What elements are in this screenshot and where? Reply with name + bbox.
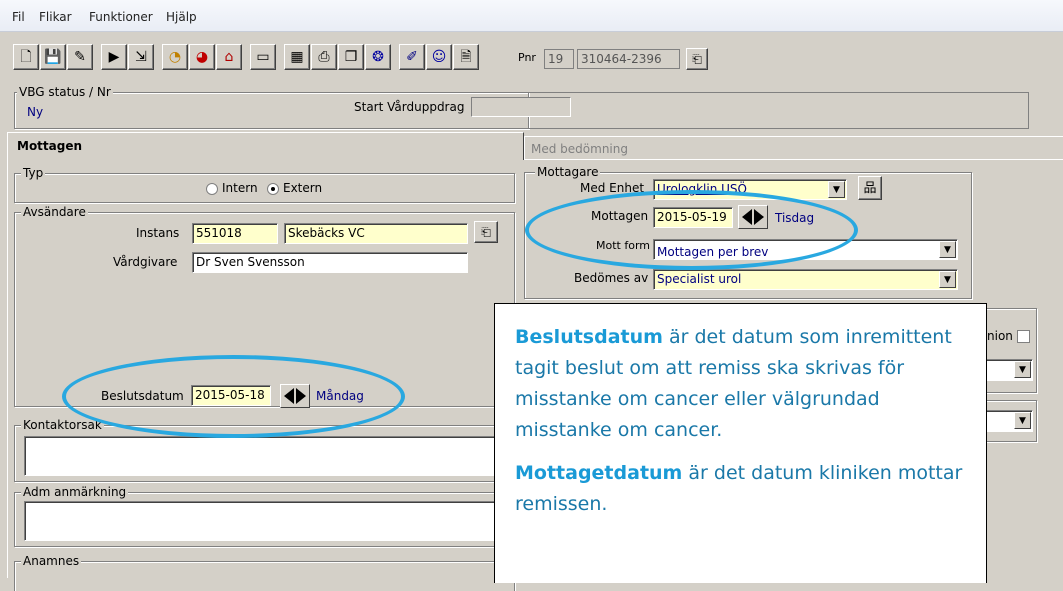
instans-code-field[interactable]: 551018 (192, 223, 278, 244)
pnr-label: Pnr (518, 51, 536, 64)
chevron-down-icon[interactable]: ▼ (939, 271, 956, 288)
adm-anmarkning-group: Adm anmärkning (14, 485, 515, 547)
save-icon[interactable]: 💾 (40, 44, 66, 70)
tab-mottagen[interactable]: Mottagen (7, 132, 524, 160)
highlight-ring-mottagen (525, 190, 858, 270)
instans-label: Instans (136, 226, 180, 240)
chevron-down-icon[interactable]: ▼ (1014, 361, 1031, 378)
callout-box: Beslutsdatum är det datum som inremitten… (494, 303, 987, 583)
edit-icon[interactable]: ✎ (67, 44, 93, 70)
app-window: { "menu": ["Fil", "Flikar", "Funktioner"… (0, 0, 1063, 591)
callout-paragraph-2: Mottagetdatum är det datum kliniken mott… (515, 458, 966, 520)
avsandare-title: Avsändare (21, 205, 88, 219)
org-chart-icon[interactable]: 品 (858, 176, 882, 200)
lookup-icon[interactable]: ⎗ (686, 48, 708, 70)
pnr-century-field[interactable]: 19 (544, 49, 574, 69)
radio-intern-label: Intern (222, 181, 258, 195)
anamnes-title: Anamnes (21, 554, 82, 568)
tab-med-bedomning-label: Med bedömning (531, 142, 628, 156)
checkbox[interactable] (1017, 330, 1030, 343)
callout-term-mottagetdatum: Mottagetdatum (515, 462, 683, 484)
partial-label: nion (987, 329, 1013, 343)
print-icon[interactable]: ⎙ (311, 44, 337, 70)
radio-extern-label: Extern (283, 181, 323, 195)
chevron-down-icon[interactable]: ▼ (828, 181, 845, 198)
copy-icon[interactable]: ❐ (338, 44, 364, 70)
menu-funktioner[interactable]: Funktioner (89, 10, 153, 24)
chevron-down-icon[interactable]: ▼ (1014, 412, 1031, 429)
new-document-icon[interactable]: 🗋 (13, 44, 39, 70)
status-bar-extension (529, 92, 1029, 129)
timer-icon[interactable]: ◕ (189, 44, 215, 70)
chevron-down-icon[interactable]: ▼ (939, 241, 956, 258)
alarm-icon[interactable]: ⌂ (216, 44, 242, 70)
calendar-icon[interactable]: ▦ (284, 44, 310, 70)
network-icon[interactable]: ❂ (365, 44, 391, 70)
typ-group: Typ Intern Extern (14, 166, 515, 203)
vardgivare-label: Vårdgivare (113, 255, 178, 269)
menu-flikar[interactable]: Flikar (39, 10, 72, 24)
radio-intern[interactable] (206, 183, 218, 195)
radio-extern[interactable] (267, 183, 279, 195)
highlight-ring-beslutsdatum (62, 355, 405, 438)
tab-med-bedomning[interactable]: Med bedömning (524, 136, 1063, 160)
kontaktorsak-title: Kontaktorsak (21, 418, 104, 432)
callout-term-beslutsdatum: Beslutsdatum (515, 326, 663, 348)
menu-hjalp[interactable]: Hjälp (166, 10, 197, 24)
face-icon[interactable]: ☺ (426, 44, 452, 70)
bedomes-av-label: Bedömes av (574, 271, 649, 285)
start-vardupdrag-label: Start Vårduppdrag (354, 100, 465, 114)
typ-title: Typ (21, 166, 46, 180)
vbg-status-group: VBG status / Nr Ny Start Vårduppdrag (14, 85, 571, 129)
clock-icon[interactable]: ◔ (162, 44, 188, 70)
instans-name-field[interactable]: Skebäcks VC (284, 223, 468, 244)
card-icon[interactable]: ▭ (250, 44, 276, 70)
notes-icon[interactable]: ✐ (399, 44, 425, 70)
mottagare-title: Mottagare (535, 165, 601, 179)
bedomes-av-select[interactable]: Specialist urol ▼ (653, 269, 958, 290)
document-lock-icon[interactable]: 🗎 (453, 44, 479, 70)
vardgivare-field[interactable]: Dr Sven Svensson (192, 252, 468, 273)
tab-mottagen-label: Mottagen (17, 139, 83, 153)
export-icon[interactable]: ⇲ (128, 44, 154, 70)
menu-bar: Fil Flikar Funktioner Hjälp (0, 0, 1063, 32)
toolbar: 🗋 💾 ✎ ▶ ⇲ ◔ ◕ ⌂ ▭ ▦ ⎙ ❐ ❂ ✐ ☺ 🗎 Pnr 19 3… (0, 32, 1063, 84)
adm-anmarkning-title: Adm anmärkning (21, 485, 129, 499)
callout-paragraph-1: Beslutsdatum är det datum som inremitten… (515, 322, 966, 446)
adm-anmarkning-textarea[interactable] (24, 501, 504, 541)
forward-icon[interactable]: ▶ (101, 44, 127, 70)
menu-fil[interactable]: Fil (12, 10, 25, 24)
vbg-status-title: VBG status / Nr (17, 85, 113, 99)
kontaktorsak-textarea[interactable] (24, 436, 504, 476)
pnr-number-field[interactable]: 310464-2396 (577, 49, 680, 69)
instans-lookup-icon[interactable]: ⎗ (474, 221, 498, 243)
vbg-status-value: Ny (27, 105, 44, 119)
anamnes-group: Anamnes (14, 554, 515, 591)
